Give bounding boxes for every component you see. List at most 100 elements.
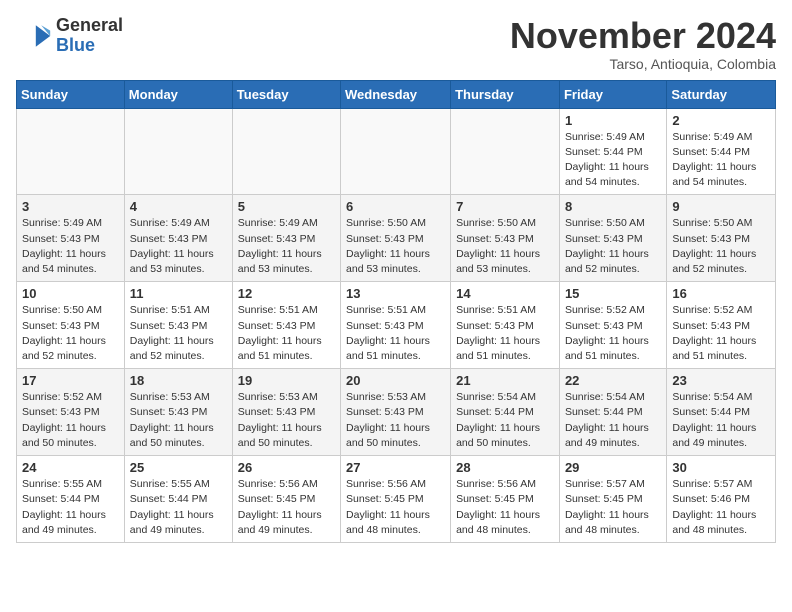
table-row: 25 Sunrise: 5:55 AM Sunset: 5:44 PM Dayli…	[124, 456, 232, 543]
day-number: 5	[238, 199, 335, 214]
day-info: Sunrise: 5:49 AM Sunset: 5:43 PM Dayligh…	[130, 216, 227, 277]
page: General Blue November 2024 Tarso, Antioq…	[0, 0, 792, 559]
day-info: Sunrise: 5:51 AM Sunset: 5:43 PM Dayligh…	[238, 303, 335, 364]
day-number: 30	[672, 460, 770, 475]
day-info: Sunrise: 5:50 AM Sunset: 5:43 PM Dayligh…	[22, 303, 119, 364]
table-row: 9 Sunrise: 5:50 AM Sunset: 5:43 PM Daylig…	[667, 195, 776, 282]
day-number: 17	[22, 373, 119, 388]
table-row: 11 Sunrise: 5:51 AM Sunset: 5:43 PM Dayli…	[124, 282, 232, 369]
day-number: 10	[22, 286, 119, 301]
table-row: 22 Sunrise: 5:54 AM Sunset: 5:44 PM Dayli…	[559, 369, 666, 456]
calendar-week-row: 3 Sunrise: 5:49 AM Sunset: 5:43 PM Daylig…	[17, 195, 776, 282]
day-number: 15	[565, 286, 661, 301]
table-row: 16 Sunrise: 5:52 AM Sunset: 5:43 PM Dayli…	[667, 282, 776, 369]
table-row: 3 Sunrise: 5:49 AM Sunset: 5:43 PM Daylig…	[17, 195, 125, 282]
logo-icon	[16, 18, 52, 54]
table-row: 8Sunrise: 5:50 AM Sunset: 5:43 PM Daylig…	[559, 195, 666, 282]
header-sunday: Sunday	[17, 80, 125, 108]
table-row	[341, 108, 451, 195]
calendar-header-row: Sunday Monday Tuesday Wednesday Thursday…	[17, 80, 776, 108]
table-row	[17, 108, 125, 195]
day-info: Sunrise: 5:51 AM Sunset: 5:43 PM Dayligh…	[456, 303, 554, 364]
table-row: 29 Sunrise: 5:57 AM Sunset: 5:45 PM Dayli…	[559, 456, 666, 543]
day-info: Sunrise: 5:49 AM Sunset: 5:44 PM Dayligh…	[672, 130, 770, 191]
day-number: 23	[672, 373, 770, 388]
table-row: 1 Sunrise: 5:49 AM Sunset: 5:44 PM Daylig…	[559, 108, 666, 195]
day-number: 27	[346, 460, 445, 475]
day-info: Sunrise: 5:54 AM Sunset: 5:44 PM Dayligh…	[672, 390, 770, 451]
header-tuesday: Tuesday	[232, 80, 340, 108]
table-row: 28 Sunrise: 5:56 AM Sunset: 5:45 PM Dayli…	[451, 456, 560, 543]
day-info: Sunrise: 5:53 AM Sunset: 5:43 PM Dayligh…	[238, 390, 335, 451]
day-number: 3	[22, 199, 119, 214]
table-row: 14 Sunrise: 5:51 AM Sunset: 5:43 PM Dayli…	[451, 282, 560, 369]
day-info: Sunrise: 5:50 AM Sunset: 5:43 PM Dayligh…	[346, 216, 445, 277]
day-info: Sunrise: 5:52 AM Sunset: 5:43 PM Dayligh…	[22, 390, 119, 451]
day-info: Sunrise: 5:51 AM Sunset: 5:43 PM Dayligh…	[130, 303, 227, 364]
day-number: 11	[130, 286, 227, 301]
day-info: Sunrise: 5:49 AM Sunset: 5:44 PM Dayligh…	[565, 130, 661, 191]
day-info: Sunrise: 5:53 AM Sunset: 5:43 PM Dayligh…	[346, 390, 445, 451]
day-number: 25	[130, 460, 227, 475]
table-row: 12 Sunrise: 5:51 AM Sunset: 5:43 PM Dayli…	[232, 282, 340, 369]
day-number: 20	[346, 373, 445, 388]
day-number: 29	[565, 460, 661, 475]
logo: General Blue	[16, 16, 123, 56]
logo-general-text: General	[56, 16, 123, 36]
header-friday: Friday	[559, 80, 666, 108]
day-number: 16	[672, 286, 770, 301]
day-info: Sunrise: 5:57 AM Sunset: 5:45 PM Dayligh…	[565, 477, 661, 538]
table-row: 15 Sunrise: 5:52 AM Sunset: 5:43 PM Dayli…	[559, 282, 666, 369]
calendar-table: Sunday Monday Tuesday Wednesday Thursday…	[16, 80, 776, 543]
day-number: 1	[565, 113, 661, 128]
logo-blue-text: Blue	[56, 36, 123, 56]
day-info: Sunrise: 5:55 AM Sunset: 5:44 PM Dayligh…	[130, 477, 227, 538]
table-row: 21Sunrise: 5:54 AM Sunset: 5:44 PM Dayli…	[451, 369, 560, 456]
day-number: 24	[22, 460, 119, 475]
day-number: 18	[130, 373, 227, 388]
day-info: Sunrise: 5:57 AM Sunset: 5:46 PM Dayligh…	[672, 477, 770, 538]
day-info: Sunrise: 5:50 AM Sunset: 5:43 PM Dayligh…	[565, 216, 661, 277]
table-row: 6Sunrise: 5:50 AM Sunset: 5:43 PM Daylig…	[341, 195, 451, 282]
table-row: 27 Sunrise: 5:56 AM Sunset: 5:45 PM Dayli…	[341, 456, 451, 543]
calendar-week-row: 1 Sunrise: 5:49 AM Sunset: 5:44 PM Daylig…	[17, 108, 776, 195]
day-number: 9	[672, 199, 770, 214]
day-info: Sunrise: 5:53 AM Sunset: 5:43 PM Dayligh…	[130, 390, 227, 451]
day-info: Sunrise: 5:52 AM Sunset: 5:43 PM Dayligh…	[672, 303, 770, 364]
month-title: November 2024	[510, 16, 776, 56]
calendar-week-row: 17 Sunrise: 5:52 AM Sunset: 5:43 PM Dayli…	[17, 369, 776, 456]
table-row: 18 Sunrise: 5:53 AM Sunset: 5:43 PM Dayli…	[124, 369, 232, 456]
calendar-week-row: 24 Sunrise: 5:55 AM Sunset: 5:44 PM Dayli…	[17, 456, 776, 543]
calendar-week-row: 10 Sunrise: 5:50 AM Sunset: 5:43 PM Dayli…	[17, 282, 776, 369]
day-info: Sunrise: 5:56 AM Sunset: 5:45 PM Dayligh…	[346, 477, 445, 538]
table-row: 17 Sunrise: 5:52 AM Sunset: 5:43 PM Dayli…	[17, 369, 125, 456]
logo-text: General Blue	[56, 16, 123, 56]
table-row: 26Sunrise: 5:56 AM Sunset: 5:45 PM Dayli…	[232, 456, 340, 543]
table-row: 13Sunrise: 5:51 AM Sunset: 5:43 PM Dayli…	[341, 282, 451, 369]
header-monday: Monday	[124, 80, 232, 108]
title-block: November 2024 Tarso, Antioquia, Colombia	[510, 16, 776, 72]
day-info: Sunrise: 5:56 AM Sunset: 5:45 PM Dayligh…	[456, 477, 554, 538]
day-number: 21	[456, 373, 554, 388]
table-row	[124, 108, 232, 195]
day-number: 4	[130, 199, 227, 214]
location: Tarso, Antioquia, Colombia	[510, 56, 776, 72]
day-number: 14	[456, 286, 554, 301]
day-number: 26	[238, 460, 335, 475]
table-row	[451, 108, 560, 195]
day-info: Sunrise: 5:50 AM Sunset: 5:43 PM Dayligh…	[672, 216, 770, 277]
day-info: Sunrise: 5:54 AM Sunset: 5:44 PM Dayligh…	[565, 390, 661, 451]
day-number: 19	[238, 373, 335, 388]
header-wednesday: Wednesday	[341, 80, 451, 108]
header-saturday: Saturday	[667, 80, 776, 108]
table-row: 30 Sunrise: 5:57 AM Sunset: 5:46 PM Dayli…	[667, 456, 776, 543]
day-number: 28	[456, 460, 554, 475]
table-row: 10 Sunrise: 5:50 AM Sunset: 5:43 PM Dayli…	[17, 282, 125, 369]
day-number: 12	[238, 286, 335, 301]
day-info: Sunrise: 5:49 AM Sunset: 5:43 PM Dayligh…	[22, 216, 119, 277]
table-row: 5Sunrise: 5:49 AM Sunset: 5:43 PM Daylig…	[232, 195, 340, 282]
day-info: Sunrise: 5:52 AM Sunset: 5:43 PM Dayligh…	[565, 303, 661, 364]
day-info: Sunrise: 5:51 AM Sunset: 5:43 PM Dayligh…	[346, 303, 445, 364]
day-number: 22	[565, 373, 661, 388]
day-number: 2	[672, 113, 770, 128]
